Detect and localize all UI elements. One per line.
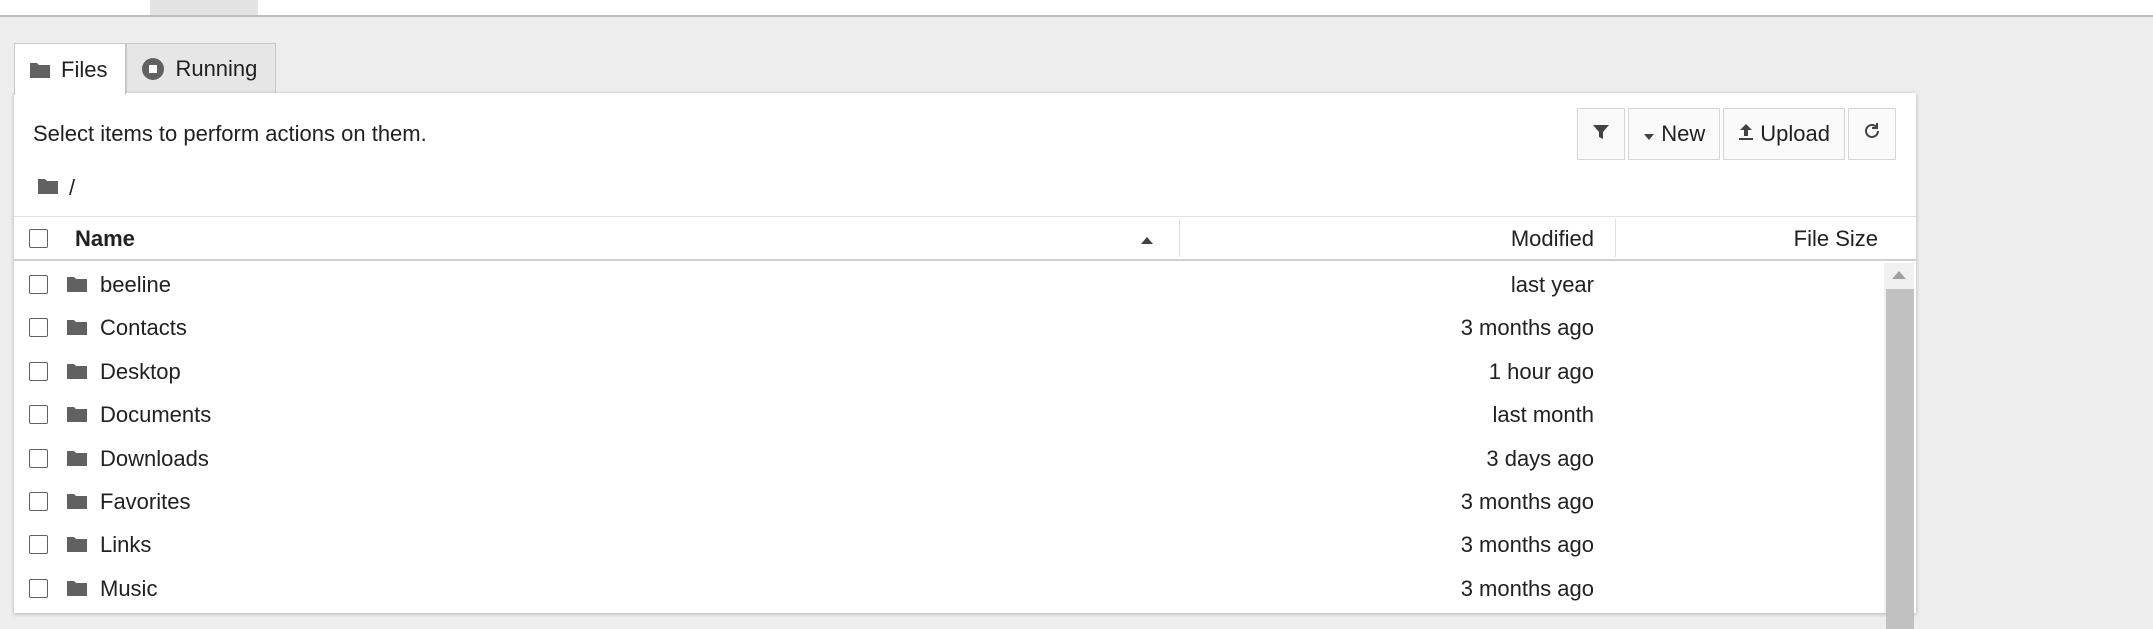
file-name[interactable]: Contacts <box>100 315 187 341</box>
column-header-file-size[interactable]: File Size <box>1794 226 1878 252</box>
filter-button[interactable] <box>1577 108 1626 160</box>
file-name[interactable]: beeline <box>100 272 171 298</box>
refresh-button[interactable] <box>1848 108 1896 160</box>
vertical-scrollbar[interactable] <box>1884 263 1914 629</box>
file-modified: 3 months ago <box>1460 315 1594 341</box>
new-button-label: New <box>1661 121 1706 146</box>
toolbar: New Upload <box>1577 108 1896 160</box>
file-name[interactable]: Documents <box>100 402 211 428</box>
stop-circle-icon <box>141 57 165 81</box>
table-row[interactable]: Desktop 1 hour ago <box>14 350 1884 393</box>
file-browser-panel: Select items to perform actions on them.… <box>14 93 1916 629</box>
file-modified: 1 hour ago <box>1488 358 1594 384</box>
selection-info-text: Select items to perform actions on them. <box>33 121 427 146</box>
table-row[interactable]: Favorites 3 months ago <box>14 480 1884 523</box>
column-header-modified[interactable]: Modified <box>1511 226 1594 252</box>
folder-icon <box>29 61 51 79</box>
file-modified: 3 months ago <box>1460 488 1594 514</box>
tab-bar: Files Running <box>14 43 277 95</box>
tab-files-label: Files <box>61 56 108 82</box>
breadcrumb-path[interactable]: / <box>69 175 75 201</box>
folder-icon <box>66 362 88 385</box>
folder-icon <box>66 318 88 341</box>
upload-icon <box>1738 121 1754 147</box>
folder-icon[interactable] <box>37 175 59 201</box>
row-checkbox[interactable] <box>29 448 48 468</box>
folder-icon <box>66 535 88 558</box>
breadcrumb: / <box>37 175 75 201</box>
caret-down-icon <box>1643 121 1655 147</box>
folder-icon <box>66 275 88 298</box>
table-header: Name Modified File Size <box>14 216 1916 261</box>
file-modified: 3 days ago <box>1486 445 1594 471</box>
column-divider[interactable] <box>1179 219 1180 257</box>
table-row[interactable]: Documents last month <box>14 393 1884 436</box>
new-button[interactable]: New <box>1628 108 1721 160</box>
row-checkbox[interactable] <box>29 578 48 598</box>
top-menu-bar <box>0 0 2153 17</box>
tab-running-label: Running <box>175 56 258 81</box>
file-name[interactable]: Links <box>100 532 151 558</box>
filter-icon <box>1592 121 1610 147</box>
file-name[interactable]: Desktop <box>100 359 181 385</box>
folder-icon <box>66 492 88 515</box>
file-modified: last month <box>1492 402 1595 428</box>
table-row[interactable]: beeline last year <box>14 263 1884 306</box>
folder-icon <box>66 579 88 602</box>
tab-running[interactable]: Running <box>126 43 277 94</box>
row-checkbox[interactable] <box>29 361 48 381</box>
table-row[interactable]: Downloads 3 days ago <box>14 437 1884 480</box>
refresh-icon <box>1862 121 1882 147</box>
table-row[interactable]: Music 3 months ago <box>14 567 1884 610</box>
file-list: beeline last year Contacts 3 months ago … <box>14 263 1884 610</box>
file-name[interactable]: Music <box>100 576 157 602</box>
menu-item-partial[interactable] <box>150 0 258 15</box>
row-checkbox[interactable] <box>29 318 48 338</box>
table-row[interactable]: Links 3 months ago <box>14 523 1884 566</box>
column-header-name[interactable]: Name <box>75 226 135 252</box>
column-divider[interactable] <box>1615 219 1616 257</box>
sort-ascending-icon[interactable] <box>1141 237 1153 244</box>
upload-button-label: Upload <box>1760 121 1830 146</box>
folder-icon <box>66 405 88 428</box>
select-all-checkbox[interactable] <box>29 229 48 248</box>
upload-button[interactable]: Upload <box>1723 108 1845 160</box>
table-row[interactable]: Contacts 3 months ago <box>14 306 1884 349</box>
file-modified: last year <box>1510 272 1594 297</box>
scroll-up-arrow-icon[interactable] <box>1892 271 1906 279</box>
file-name[interactable]: Downloads <box>100 446 209 472</box>
file-modified: 3 months ago <box>1460 532 1594 558</box>
tab-files[interactable]: Files <box>14 43 127 95</box>
scroll-thumb[interactable] <box>1886 289 1914 629</box>
file-name[interactable]: Favorites <box>100 489 190 515</box>
folder-icon <box>66 449 88 472</box>
row-checkbox[interactable] <box>29 491 48 511</box>
row-checkbox[interactable] <box>29 275 48 294</box>
row-checkbox[interactable] <box>29 535 48 555</box>
row-checkbox[interactable] <box>29 405 48 425</box>
file-modified: 3 months ago <box>1460 575 1594 601</box>
